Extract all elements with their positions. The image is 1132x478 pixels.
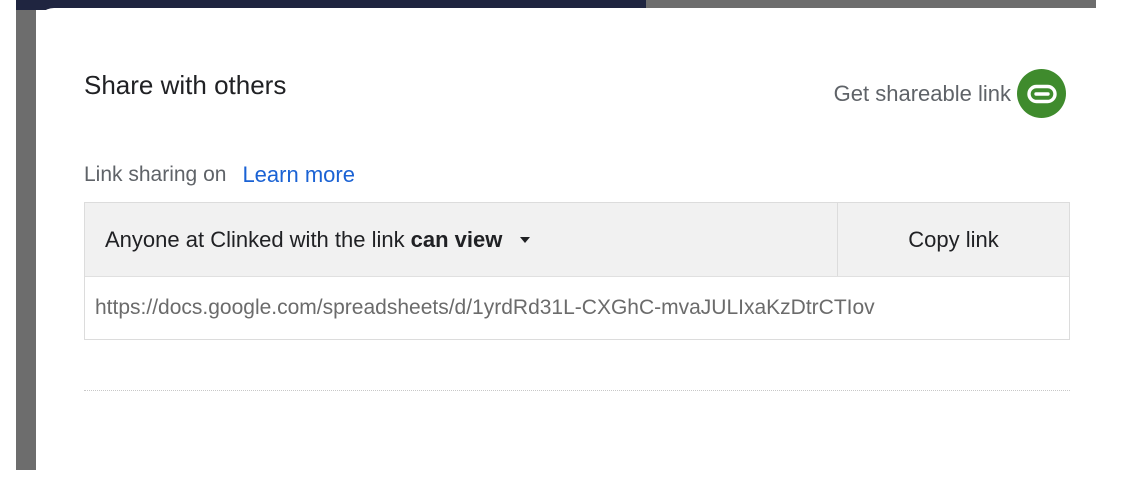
copy-link-button[interactable]: Copy link — [837, 203, 1069, 276]
link-sharing-status: Link sharing on — [84, 163, 227, 186]
learn-more-link[interactable]: Learn more — [242, 162, 355, 188]
link-sharing-status-row: Link sharing on Learn more — [84, 162, 355, 188]
access-row: Anyone at Clinked with the link can view… — [85, 203, 1069, 277]
access-scope-text: Anyone at Clinked with the link — [105, 226, 405, 252]
dotted-divider — [84, 390, 1070, 391]
background-strip — [16, 0, 36, 470]
access-level-text: can view — [410, 226, 503, 252]
share-settings-box: Anyone at Clinked with the link can view… — [84, 202, 1070, 340]
chevron-down-icon — [520, 236, 531, 243]
get-shareable-link-label: Get shareable link — [833, 80, 1011, 106]
share-url-field[interactable] — [85, 277, 1069, 339]
access-level-dropdown[interactable]: Anyone at Clinked with the link can view — [85, 203, 837, 276]
get-shareable-link-button[interactable]: Get shareable link — [834, 69, 1066, 118]
dialog-title: Share with others — [84, 70, 287, 100]
share-dialog: Share with others Get shareable link Lin… — [36, 8, 1106, 478]
link-icon[interactable] — [1017, 69, 1066, 118]
